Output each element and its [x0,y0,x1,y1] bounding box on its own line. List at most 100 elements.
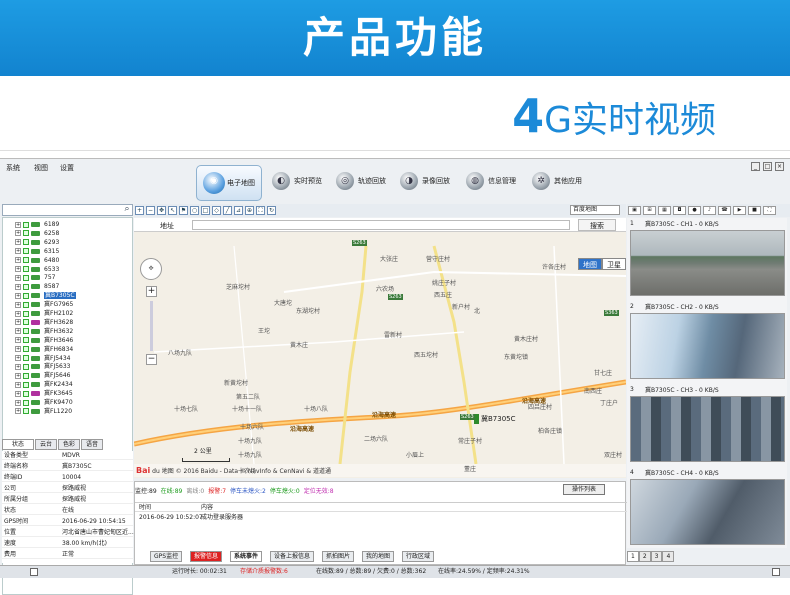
map-type-select[interactable]: 百度地图 [570,205,620,215]
pan-control-icon[interactable]: ✥ [140,258,162,280]
line-tool-icon[interactable]: ╱ [223,206,232,215]
checkbox[interactable] [23,230,29,237]
expand-icon[interactable]: + [15,328,21,335]
vehicle-tree-item[interactable]: +6315 [15,247,59,256]
bottom-tab[interactable]: 设备上报信息 [270,551,315,562]
bottom-tab[interactable]: 行政区域 [402,551,435,562]
tab-ptz[interactable]: 云台 [35,439,57,450]
stat-item[interactable]: 停车未熄火:2 [230,488,266,495]
vehicle-tree-item[interactable]: + 冀FH2102 [15,309,73,318]
checkbox[interactable] [23,372,29,379]
bottom-tab[interactable]: 我的地图 [362,551,395,562]
video-frame[interactable] [630,313,785,379]
video-cell[interactable]: 3 冀B7305C - CH3 - 0 KB/S [627,384,787,466]
expand-icon[interactable]: + [15,346,21,353]
checkbox[interactable] [23,399,29,406]
flag-tool-icon[interactable]: ⚑ [179,206,188,215]
talk-icon[interactable]: ☎ [718,206,731,215]
select-tool-icon[interactable]: ↖ [168,206,177,215]
vehicle-tree-item[interactable]: + 冀FH3646 [15,336,73,345]
expand-icon[interactable]: + [15,292,21,299]
vehicle-tree-item[interactable]: + 冀FL1220 [15,407,72,416]
stat-item[interactable]: 监控:89 [135,488,157,495]
event-row[interactable]: 2016-06-29 10:52:07 成功登录服务器 [135,513,627,523]
expand-icon[interactable]: + [15,390,21,397]
stat-item[interactable]: 停车熄火:0 [270,488,300,495]
checkbox[interactable] [23,390,29,397]
expand-icon[interactable]: + [15,301,21,308]
checkbox[interactable] [23,248,29,255]
expand-icon[interactable]: + [15,310,21,317]
bottom-tab[interactable]: 抓拍图片 [322,551,355,562]
tab-color[interactable]: 色彩 [58,439,80,450]
vehicle-tree-item[interactable]: + 冀FJ5633 [15,362,71,371]
vehicle-tree-item[interactable]: + 冀FJ5646 [15,371,71,380]
video-frame[interactable] [630,479,785,545]
expand-icon[interactable]: + [15,230,21,237]
tab-voice[interactable]: 语音 [81,439,103,450]
expand-icon[interactable]: + [15,248,21,255]
address-input[interactable] [192,220,570,230]
expand-icon[interactable]: + [15,257,21,264]
vehicle-tree-item[interactable]: +6533 [15,265,59,274]
expand-icon[interactable]: + [15,399,21,406]
zoom-in-icon[interactable]: + [146,286,157,297]
video-frame[interactable] [630,396,785,462]
expand-icon[interactable]: + [15,266,21,272]
maximize-icon[interactable]: □ [763,162,772,171]
map-type-satellite[interactable]: 卫星 [602,258,626,270]
vehicle-search-input[interactable] [2,204,133,216]
checkbox[interactable] [23,346,29,353]
checkbox[interactable] [23,274,29,281]
bottom-tab[interactable]: 报警信息 [190,551,223,562]
vehicle-tree-item[interactable]: + 冀FH3628 [15,318,73,327]
checkbox[interactable] [23,266,29,272]
checkbox[interactable] [23,283,29,290]
refresh-tool-icon[interactable]: ↻ [267,206,276,215]
expand-icon[interactable]: + [15,372,21,379]
checkbox[interactable] [23,239,29,246]
locate-tool-icon[interactable]: ⊕ [245,206,254,215]
fullscreen-icon[interactable]: ⛶ [763,206,776,215]
video-page-tab[interactable]: 2 [638,551,651,562]
checkbox[interactable] [23,319,29,326]
minimize-icon[interactable]: _ [751,162,760,171]
zoom-out-tool-icon[interactable]: − [146,206,155,215]
expand-icon[interactable]: + [15,337,21,344]
expand-icon[interactable]: + [15,221,21,228]
layout-1-icon[interactable]: ▣ [628,206,641,215]
bottom-tab[interactable]: 系统事件 [230,551,263,562]
layout-4-icon[interactable]: ⊞ [643,206,656,215]
layout-9-icon[interactable]: ▦ [658,206,671,215]
snapshot-icon[interactable]: ◘ [673,206,686,215]
polygon-tool-icon[interactable]: ◇ [212,206,221,215]
vehicle-tree-item[interactable]: + 冀FG7965 [15,300,73,309]
status-left-icon[interactable] [30,568,38,576]
checkbox[interactable] [23,363,29,370]
vehicle-tree-item[interactable]: + 冀FK9470 [15,398,73,407]
sound-icon[interactable]: ♪ [703,206,716,215]
menu-system[interactable]: 系统 [6,163,20,173]
map-view[interactable]: 地址 搜索 地图 卫星 ✥ + − 冀B7305C 2 公里 Bai du 地图 … [134,218,626,478]
stat-item[interactable]: 在线:89 [161,488,183,495]
play-icon[interactable]: ▶ [733,206,746,215]
checkbox[interactable] [23,381,29,388]
checkbox[interactable] [23,328,29,335]
pan-tool-icon[interactable]: ✥ [157,206,166,215]
measure-tool-icon[interactable]: ⊿ [234,206,243,215]
stat-item[interactable]: 报警:7 [208,488,226,495]
record-icon[interactable]: ● [688,206,701,215]
search-button[interactable]: 搜索 [578,219,616,231]
checkbox[interactable] [23,257,29,264]
vehicle-tree-item[interactable]: + 冀B7305C [15,291,76,300]
expand-icon[interactable]: + [15,363,21,370]
video-cell[interactable]: 1 冀B7305C - CH1 - 0 KB/S [627,218,787,300]
stop-icon[interactable]: ■ [748,206,761,215]
expand-icon[interactable]: + [15,381,21,388]
video-cell[interactable]: 4 冀B7305C - CH4 - 0 KB/S [627,467,787,549]
nav-electronic-map[interactable]: ◉ 电子地图 [196,165,262,201]
checkbox[interactable] [23,292,29,299]
expand-icon[interactable]: + [15,274,21,281]
tab-status[interactable]: 状态 [2,439,34,450]
video-frame[interactable] [630,230,785,296]
